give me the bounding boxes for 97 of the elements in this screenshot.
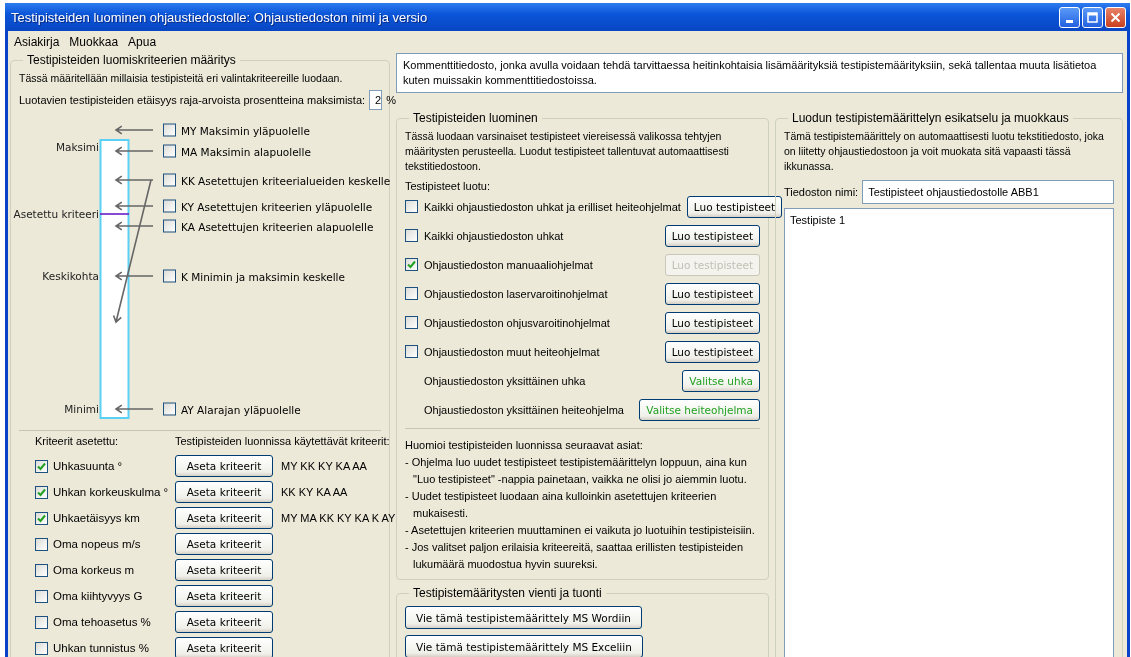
comment-text: Kommenttitiedosto, jonka avulla voidaan tehdä tarvittaessa heitinkohtaisia lisämäärityksiä testipistemäärityksiin, sekä tallentaa muuta lisätietoa kuten muissakin kommenttitiedostoissa.: [396, 53, 1123, 93]
criterion-label: Uhkan korkeuskulma °: [53, 486, 169, 498]
description-text: Tämä testipistemäärittely on automaattisesti luotu tekstitiedosto, joka on liitetty ohjaustiedostoon ja voit muokata sitä vapaasti tässä ikkunassa.: [784, 129, 1105, 174]
note-text: - Uudet testipisteet luodaan aina kulloinkin asetettujen kriteerien mukaisesti.: [405, 489, 718, 521]
checkbox[interactable]: [35, 641, 48, 655]
create-button[interactable]: Luo testipisteet: [664, 311, 760, 334]
create-button[interactable]: Luo testipisteet: [664, 340, 760, 363]
group-title: Testipisteiden luominen: [412, 111, 539, 125]
criterion-label: Oma tehoasetus %: [53, 616, 151, 628]
minimize-icon: [1066, 19, 1073, 23]
set-criteria-button[interactable]: Aseta kriteerit: [175, 559, 273, 581]
set-criteria-button[interactable]: Aseta kriteerit: [175, 637, 273, 657]
option-label: Kaikki ohjaustiedoston uhkat: [424, 229, 564, 242]
menu-item[interactable]: Apua: [128, 35, 157, 49]
create-button[interactable]: Luo testipisteet: [686, 195, 783, 218]
option-label: K Minimin ja maksimin keskelle: [181, 270, 345, 282]
option-label: KY Asetettujen kriteerien yläpuolelle: [181, 200, 373, 212]
option-label: Ohjaustiedoston yksittäinen uhka: [424, 374, 586, 387]
set-criteria-button[interactable]: Aseta kriteerit: [175, 455, 273, 477]
column-header: Testipisteiden luonnissa käytettävät kriteerit:: [175, 435, 391, 449]
checkbox[interactable]: [163, 199, 176, 213]
checkbox[interactable]: [163, 402, 176, 416]
set-criteria-button[interactable]: Aseta kriteerit: [175, 611, 273, 633]
note-text: - Ohjelma luo uudet testipisteet testipistemäärittelyn loppuun, aina kun "Luo testipisteet" -nappia painetaan, vaikka ne olisi jo aiemmin luotu.: [405, 455, 748, 487]
group-title: Testipisteiden luomiskriteerien määritys: [26, 53, 237, 67]
scale-label: Asetettu kriteeri: [13, 208, 99, 220]
scale-label: Minimi: [64, 403, 99, 415]
option-label: Ohjaustiedoston yksittäinen heiteohjelma: [424, 403, 624, 416]
option-label: Ohjaustiedoston muut heiteohjelmat: [424, 345, 600, 358]
maximize-button[interactable]: [1082, 6, 1103, 28]
criteria-codes: KK KY KA AA: [280, 486, 349, 498]
option-label: KK Asetettujen kriteerialueiden keskelle: [181, 174, 391, 186]
description-text: Tässä määritellään millaisia testipisteitä eri valintakriteereille luodaan.: [19, 71, 344, 86]
set-criteria-button[interactable]: Aseta kriteerit: [175, 481, 273, 503]
checkbox[interactable]: [35, 511, 48, 525]
criteria-codes: MY KK KY KA AA: [280, 460, 368, 472]
checkbox[interactable]: [35, 459, 48, 473]
checkbox[interactable]: [405, 316, 418, 329]
checkbox[interactable]: [405, 287, 418, 300]
criterion-label: Oma kiihtyvyys G: [53, 590, 143, 602]
checkbox[interactable]: [35, 589, 48, 603]
checkbox[interactable]: [35, 615, 48, 629]
checkbox[interactable]: [35, 563, 48, 577]
checkbox[interactable]: [163, 144, 176, 158]
filename-field[interactable]: Testipisteet ohjaustiedostolle ABB1: [862, 180, 1114, 204]
group-title: Luodun testipistemäärittelyn esikatselu ja muokkaus: [791, 111, 1070, 125]
set-criteria-button[interactable]: Aseta kriteerit: [175, 507, 273, 529]
note-text: - Jos valitset paljon erilaisia kriteereitä, saattaa erillisten testipisteiden lukumäärä muodostua hyvin suureksi.: [405, 540, 745, 572]
criterion-label: Uhkaetäisyys km: [53, 512, 140, 524]
export-button[interactable]: Vie tämä testipistemäärittely MS Exceliin: [405, 635, 643, 657]
set-criteria-button[interactable]: Aseta kriteerit: [175, 533, 273, 555]
set-criteria-button[interactable]: Aseta kriteerit: [175, 585, 273, 607]
option-label: AY Alarajan yläpuolelle: [181, 403, 301, 415]
option-label: KA Asetettujen kriteerien alapuolelle: [181, 220, 374, 232]
export-button[interactable]: Vie tämä testipistemäärittely MS Wordiin: [405, 606, 642, 629]
close-button[interactable]: [1105, 6, 1126, 28]
checkbox[interactable]: [35, 537, 48, 551]
checkbox[interactable]: [405, 200, 418, 213]
minimize-button[interactable]: [1059, 6, 1080, 28]
option-label: MY Maksimin yläpuolelle: [181, 124, 310, 136]
option-label: Kaikki ohjaustiedoston uhkat ja erilliset heiteohjelmat: [424, 200, 681, 213]
scale-label: Keskikohta: [42, 270, 99, 282]
maximize-icon: [1087, 11, 1098, 23]
checkbox[interactable]: [163, 269, 176, 283]
close-icon: [1110, 11, 1121, 23]
window-title: Testipisteiden luominen ohjaustiedostolle: Ohjaustiedoston nimi ja versio: [11, 9, 429, 25]
group-title: Testipistemääritysten vienti ja tuonti: [412, 586, 603, 600]
option-label: MA Maksimin alapuolelle: [181, 145, 311, 157]
create-button[interactable]: Luo testipisteet: [664, 282, 760, 305]
checkbox[interactable]: [35, 485, 48, 499]
create-button[interactable]: Luo testipisteet: [664, 224, 760, 247]
criterion-label: Oma nopeus m/s: [53, 538, 141, 550]
filename-label: Tiedoston nimi:: [784, 186, 859, 198]
criteria-codes: MY MA KK KY KA K AY: [280, 512, 396, 524]
criterion-label: Oma korkeus m: [53, 564, 135, 576]
checkbox[interactable]: [405, 229, 418, 242]
notes-title: Huomioi testipisteiden luonnissa seuraavat asiat:: [405, 438, 644, 453]
checkbox[interactable]: [163, 219, 176, 233]
scale-label: Maksimi: [55, 141, 99, 153]
distance-label: Luotavien testipisteiden etäisyys raja-arvoista prosentteina maksimista:: [19, 94, 366, 106]
menu-item[interactable]: Asiakirja: [14, 35, 60, 49]
text-editor[interactable]: Testipiste 1: [784, 208, 1114, 657]
criterion-label: Uhkasuunta °: [53, 460, 123, 472]
checkbox[interactable]: [405, 345, 418, 358]
note-text: - Asetettujen kriteerien muuttaminen ei vaikuta jo luotuihin testipisteisiin.: [405, 523, 756, 538]
checkbox[interactable]: [163, 173, 176, 187]
menu-item[interactable]: Muokkaa: [69, 35, 119, 49]
description-text: Tässä luodaan varsinaiset testipisteet viereisessä valikossa tehtyjen määritysten perusteella. Luodut testipisteet tallentuvat automaattisesti tekstitiedostoon.: [405, 129, 730, 174]
option-label: Ohjaustiedoston manuaaliohjelmat: [424, 258, 593, 271]
option-label: Ohjaustiedoston laservaroitinohjelmat: [424, 287, 608, 300]
unit-label: %: [386, 94, 396, 106]
percent-field[interactable]: 2: [369, 90, 383, 110]
column-header: Kriteerit asetettu:: [35, 435, 120, 449]
criterion-label: Uhkan tunnistus %: [53, 642, 149, 654]
section-label: Testipisteet luotu:: [405, 180, 491, 192]
checkbox[interactable]: [163, 123, 176, 137]
option-label: Ohjaustiedoston ohjusvaroitinohjelmat: [424, 316, 610, 329]
